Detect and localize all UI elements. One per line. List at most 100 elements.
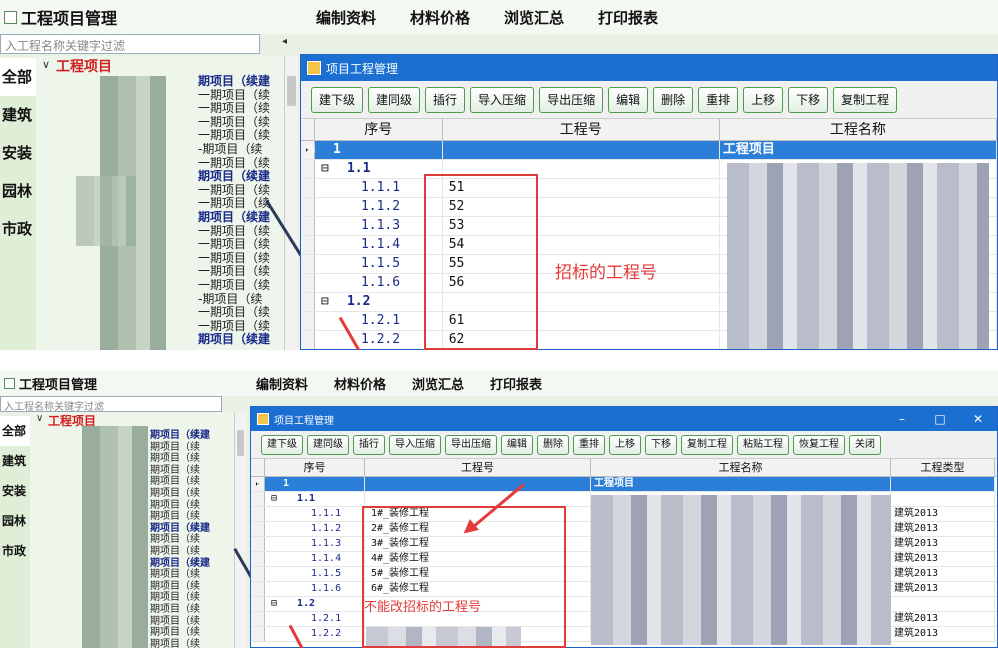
project-type-cell[interactable] <box>891 597 995 611</box>
project-type-cell[interactable]: 建筑2013 <box>891 612 995 626</box>
menu-item[interactable]: 打印报表 <box>598 7 658 28</box>
toolbar-button[interactable]: 重排 <box>698 86 739 113</box>
project-type-cell[interactable]: 建筑2013 <box>891 627 995 641</box>
toolbar-button[interactable]: 导入压缩 <box>389 434 441 455</box>
column-header[interactable]: 工程号 <box>365 459 591 476</box>
row-indicator <box>301 179 315 197</box>
column-header[interactable]: 工程号 <box>443 119 720 140</box>
project-type-cell[interactable]: 建筑2013 <box>891 567 995 581</box>
toolbar-button[interactable]: 建同级 <box>368 86 421 113</box>
nav-item[interactable]: 市政 <box>0 536 30 566</box>
project-type-cell[interactable]: 建筑2013 <box>891 582 995 596</box>
toolbar-button[interactable]: 下移 <box>788 86 829 113</box>
search-input[interactable]: 入工程名称关键字过滤 <box>0 34 260 54</box>
menu-item[interactable]: 打印报表 <box>490 374 542 393</box>
project-type-cell[interactable] <box>891 477 995 491</box>
table-row[interactable]: ▸⊟1工程项目 <box>251 477 997 492</box>
nav-item[interactable]: 园林 <box>0 506 30 536</box>
column-header[interactable]: 序号 <box>315 119 443 140</box>
seq-cell: 1.2.2 <box>265 627 365 641</box>
toolbar-button[interactable]: 上移 <box>609 434 641 455</box>
close-icon[interactable]: ✕ <box>959 412 997 426</box>
toolbar-button[interactable]: 粘贴工程 <box>737 434 789 455</box>
project-number-cell[interactable] <box>365 492 591 506</box>
nav-item[interactable]: 安装 <box>0 134 36 172</box>
toolbar-button[interactable]: 恢复工程 <box>793 434 845 455</box>
window-titlebar-2: 项目工程管理 – □ ✕ <box>251 407 997 431</box>
tree-scrollbar[interactable] <box>284 56 298 350</box>
toolbar-button[interactable]: 删除 <box>653 86 694 113</box>
toolbar-2: 建下级 建同级 插行 导入压缩 导出压缩 编辑 删除 重排 上移 下移 复制工程 粘贴工程 恢复工程 关闭 <box>251 431 997 459</box>
seq-cell: 1.1.4 <box>265 552 365 566</box>
nav-item[interactable]: 建筑 <box>0 446 30 476</box>
project-manager-window: 项目工程管理 建下级 建同级 插行 导入压缩 导出压缩 编辑 删除 重排 上移 下移 复制工程 序号… <box>300 54 998 350</box>
minimize-icon[interactable]: – <box>883 412 921 426</box>
row-indicator-header <box>301 119 315 140</box>
toolbar-button[interactable]: 导出压缩 <box>445 434 497 455</box>
toolbar-button[interactable]: 建下级 <box>311 86 364 113</box>
annotation-label: 招标的工程号 <box>555 263 657 283</box>
toolbar-button[interactable]: 重排 <box>573 434 605 455</box>
menu-item[interactable]: 材料价格 <box>334 374 386 393</box>
toolbar-button[interactable]: 编辑 <box>501 434 533 455</box>
tree-item[interactable]: 期项目（续建 <box>198 330 270 347</box>
project-tree: ∨ 工程项目 期项目（续建 一期项目（续 一期项目（续 一期项目（续 一期项目（续 -期项… <box>36 56 298 350</box>
toolbar-button[interactable]: 导出压缩 <box>539 86 604 113</box>
toolbar-button[interactable]: 关闭 <box>849 434 881 455</box>
menu-item[interactable]: 浏览汇总 <box>504 7 564 28</box>
project-name-cell[interactable]: 工程项目 <box>591 477 891 491</box>
window-title: 项目工程管理 <box>326 61 399 76</box>
nav-item[interactable]: 安装 <box>0 476 30 506</box>
toolbar-button[interactable]: 下移 <box>645 434 677 455</box>
column-header[interactable]: 工程名称 <box>591 459 891 476</box>
expand-chevron-icon[interactable]: ∨ <box>42 58 50 71</box>
menu-item[interactable]: 编制资料 <box>256 374 308 393</box>
table-row[interactable]: ▸⊟1工程项目 <box>301 141 997 160</box>
row-indicator <box>301 293 315 311</box>
column-header[interactable]: 工程名称 <box>720 119 997 140</box>
annotation-label-2: 不能改招标的工程号 <box>364 600 482 615</box>
nav-item[interactable]: 园林 <box>0 172 36 210</box>
toolbar-button[interactable]: 插行 <box>425 86 466 113</box>
menu-item[interactable]: 浏览汇总 <box>412 374 464 393</box>
menu-item[interactable]: 材料价格 <box>410 7 470 28</box>
column-header[interactable]: 工程类型 <box>891 459 995 476</box>
project-number-cell[interactable] <box>442 141 720 159</box>
project-type-cell[interactable]: 建筑2013 <box>891 522 995 536</box>
project-type-cell[interactable]: 建筑2013 <box>891 537 995 551</box>
menu-item[interactable]: 编制资料 <box>316 7 376 28</box>
toolbar-button[interactable]: 复制工程 <box>833 86 898 113</box>
toolbar-button[interactable]: 复制工程 <box>681 434 733 455</box>
nav-item[interactable]: 全部 <box>0 416 30 446</box>
column-header[interactable]: 序号 <box>265 459 365 476</box>
maximize-icon[interactable]: □ <box>921 412 959 426</box>
project-name-cell[interactable]: 工程项目 <box>719 141 997 159</box>
toolbar-button[interactable]: 建同级 <box>307 434 349 455</box>
main-menu: 编制资料 材料价格 浏览汇总 打印报表 <box>316 7 692 28</box>
tree-item[interactable]: 期项目（续 <box>150 635 200 648</box>
project-type-cell[interactable]: 建筑2013 <box>891 507 995 521</box>
toolbar-button[interactable]: 删除 <box>537 434 569 455</box>
seq-cell: 1 <box>265 477 365 491</box>
toolbar-button[interactable]: 建下级 <box>261 434 303 455</box>
row-indicator <box>301 198 315 216</box>
nav-item[interactable]: 市政 <box>0 210 36 248</box>
toolbar-button[interactable]: 编辑 <box>608 86 649 113</box>
collapse-arrow-icon[interactable]: ◂ <box>282 36 287 47</box>
row-indicator <box>251 567 265 581</box>
toolbar-button[interactable]: 上移 <box>743 86 784 113</box>
redacted-names-2 <box>591 495 891 645</box>
toolbar-button[interactable]: 导入压缩 <box>470 86 535 113</box>
project-type-cell[interactable] <box>891 492 995 506</box>
toolbar-button[interactable]: 插行 <box>353 434 385 455</box>
project-number-cell[interactable] <box>365 477 591 491</box>
nav-item[interactable]: 全部 <box>0 58 36 96</box>
expand-chevron-icon-2[interactable]: ∨ <box>36 413 43 424</box>
bottom-screenshot-panel: 工程项目管理 编制资料 材料价格 浏览汇总 打印报表 入工程名称关键字过滤 全部 建筑安… <box>0 370 998 648</box>
tree-scrollbar-2[interactable] <box>234 412 246 648</box>
project-type-cell[interactable]: 建筑2013 <box>891 552 995 566</box>
tree-root-label[interactable]: 工程项目 <box>56 56 112 76</box>
nav-item[interactable]: 建筑 <box>0 96 36 134</box>
window-controls: – □ ✕ <box>883 412 997 426</box>
search-input-2[interactable]: 入工程名称关键字过滤 <box>0 396 222 412</box>
